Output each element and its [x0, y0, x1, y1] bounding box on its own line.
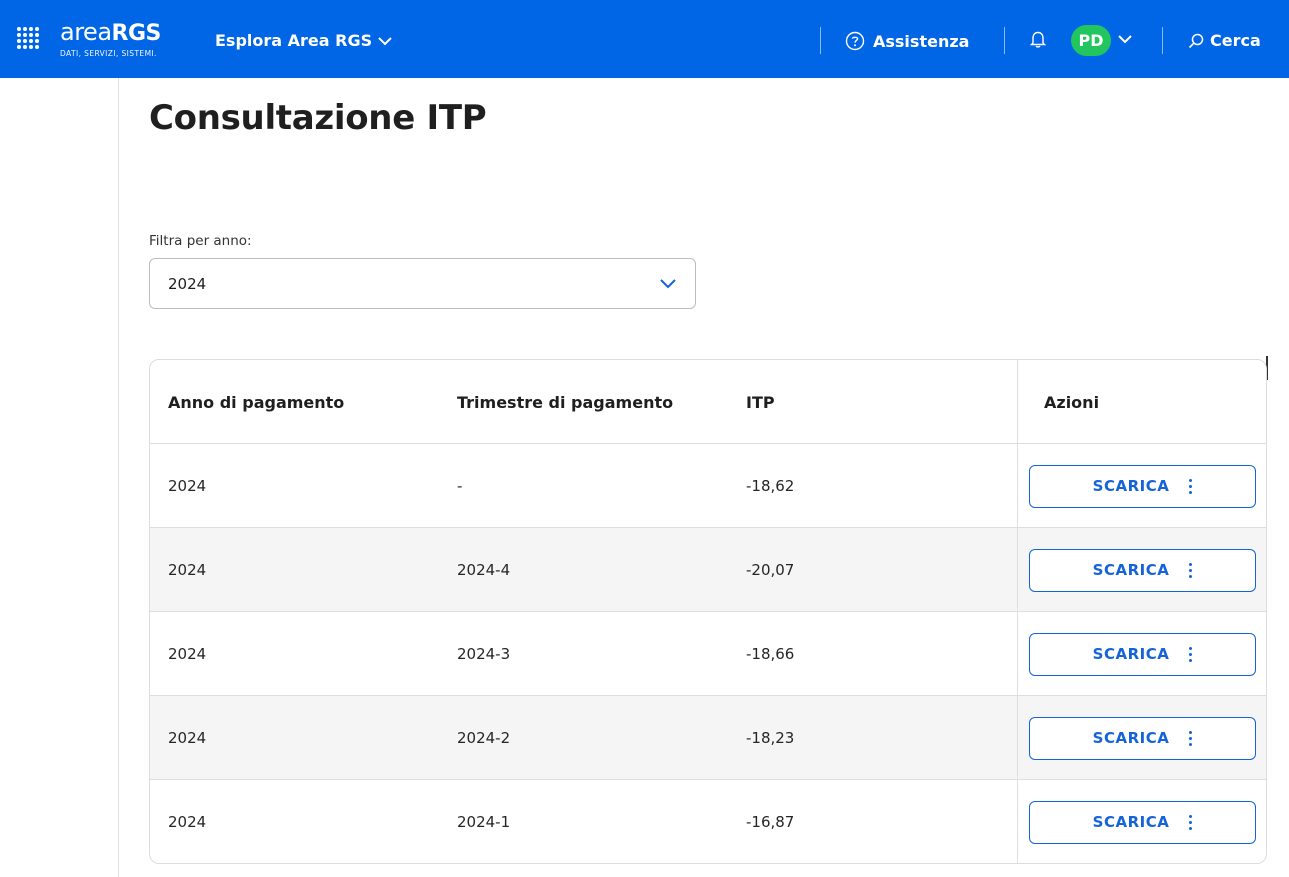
cell-itp: -18,23: [746, 729, 795, 747]
cell-azioni: SCARICA: [1017, 444, 1266, 528]
header-divider: [820, 27, 821, 54]
year-filter-label: Filtra per anno:: [149, 233, 252, 249]
kebab-menu-icon[interactable]: [1189, 730, 1193, 746]
logo-tagline: DATI, SERVIZI, SISTEMI.: [60, 49, 157, 58]
bell-icon[interactable]: [1030, 30, 1046, 48]
column-header-azioni: Azioni: [1017, 360, 1266, 444]
table-row: 2024 2024-1 -16,87 SCARICA: [150, 780, 1266, 863]
cell-azioni: SCARICA: [1017, 612, 1266, 696]
page-title: Consultazione ITP: [149, 98, 487, 138]
logo-word-rgs: RGS: [111, 21, 162, 46]
chevron-down-icon[interactable]: [1118, 34, 1132, 44]
cell-anno: 2024: [168, 477, 207, 495]
year-filter-select[interactable]: 2024: [149, 258, 696, 309]
column-header-itp: ITP: [746, 392, 775, 412]
table-header-row: Anno di pagamento Trimestre di pagamento…: [150, 360, 1266, 444]
chevron-down-icon: [378, 36, 392, 45]
kebab-menu-icon[interactable]: [1189, 814, 1193, 830]
logo-wordmark: areaRGS: [60, 20, 161, 46]
download-label: SCARICA: [1092, 645, 1170, 663]
search-label: Cerca: [1210, 31, 1261, 50]
cell-itp: -18,66: [746, 645, 795, 663]
kebab-menu-icon[interactable]: [1189, 562, 1193, 578]
download-button[interactable]: SCARICA: [1029, 800, 1256, 844]
year-filter-value: 2024: [168, 275, 207, 293]
chevron-down-icon: [660, 279, 676, 289]
table-row: 2024 2024-4 -20,07 SCARICA: [150, 528, 1266, 612]
download-button[interactable]: SCARICA: [1029, 464, 1256, 508]
cell-trimestre: -: [457, 477, 463, 495]
top-bar: areaRGS DATI, SERVIZI, SISTEMI. Esplora …: [0, 0, 1289, 78]
explore-label: Esplora Area RGS: [215, 31, 373, 50]
cell-trimestre: 2024-1: [457, 813, 511, 831]
column-header-anno: Anno di pagamento: [168, 392, 345, 412]
download-label: SCARICA: [1092, 561, 1170, 579]
download-button[interactable]: SCARICA: [1029, 548, 1256, 592]
avatar[interactable]: PD: [1071, 25, 1111, 56]
cell-anno: 2024: [168, 645, 207, 663]
download-label: SCARICA: [1092, 729, 1170, 747]
download-button[interactable]: SCARICA: [1029, 716, 1256, 760]
table-row: 2024 2024-2 -18,23 SCARICA: [150, 696, 1266, 780]
cell-anno: 2024: [168, 813, 207, 831]
cell-azioni: SCARICA: [1017, 696, 1266, 780]
cell-itp: -20,07: [746, 561, 795, 579]
cell-trimestre: 2024-2: [457, 729, 511, 747]
header-divider: [1004, 27, 1005, 54]
assistance-label: Assistenza: [873, 31, 970, 51]
table-row: 2024 - -18,62 SCARICA: [150, 444, 1266, 528]
header-divider: [1162, 27, 1163, 54]
search-icon: [1188, 33, 1204, 48]
help-circle-icon: [845, 31, 865, 51]
cell-trimestre: 2024-3: [457, 645, 511, 663]
cell-azioni: SCARICA: [1017, 528, 1266, 612]
assistance-button[interactable]: Assistenza: [845, 31, 969, 51]
cell-itp: -18,62: [746, 477, 795, 495]
table-row: 2024 2024-3 -18,66 SCARICA: [150, 612, 1266, 696]
cell-itp: -16,87: [746, 813, 795, 831]
left-rail-divider: [118, 78, 119, 877]
cell-anno: 2024: [168, 729, 207, 747]
logo-word-area: area: [60, 18, 112, 46]
cell-anno: 2024: [168, 561, 207, 579]
apps-grid-icon[interactable]: [15, 25, 43, 53]
download-button[interactable]: SCARICA: [1029, 632, 1256, 676]
download-label: SCARICA: [1092, 813, 1170, 831]
download-label: SCARICA: [1092, 477, 1170, 495]
search-button[interactable]: Cerca: [1188, 31, 1261, 50]
itp-table: Anno di pagamento Trimestre di pagamento…: [149, 359, 1267, 864]
cell-trimestre: 2024-4: [457, 561, 511, 579]
kebab-menu-icon[interactable]: [1189, 478, 1193, 494]
column-header-trimestre: Trimestre di pagamento: [457, 392, 674, 412]
explore-menu-button[interactable]: Esplora Area RGS: [215, 31, 392, 50]
cell-azioni: SCARICA: [1017, 780, 1266, 863]
areargs-logo[interactable]: areaRGS DATI, SERVIZI, SISTEMI.: [60, 20, 161, 60]
kebab-menu-icon[interactable]: [1189, 646, 1193, 662]
